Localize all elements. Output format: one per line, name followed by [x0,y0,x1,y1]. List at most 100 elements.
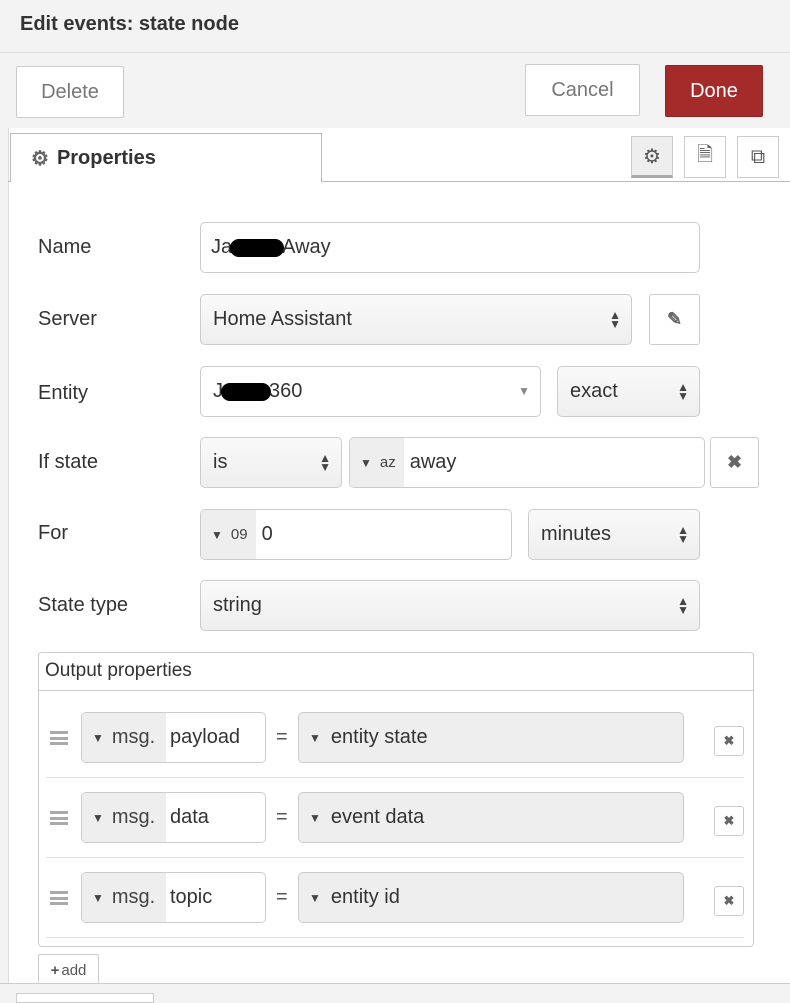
entity-value-suffix: 360 [269,380,302,403]
add-label: add [61,962,86,979]
plus-icon: + [51,962,60,979]
sort-arrows-icon: ▲▼ [677,526,689,544]
name-label: Name [38,236,91,259]
edit-server-button[interactable]: ✎ [649,294,700,345]
name-value-suffix: Away [282,236,331,259]
server-select[interactable]: Home Assistant ▲▼ [200,294,632,345]
close-icon: ✖ [724,733,735,749]
property-name: payload [166,726,240,749]
cancel-button[interactable]: Cancel [525,64,640,116]
caret-down-icon: ▼ [309,731,321,745]
caret-down-icon: ▼ [211,528,223,542]
sort-arrows-icon: ▲▼ [319,454,331,472]
name-value-prefix: Ja [211,236,232,259]
output-value-select[interactable]: ▼ entity id [298,872,684,923]
string-type-icon: az [380,454,396,471]
drag-handle-icon[interactable] [50,891,68,905]
msg-prefix: msg. [112,726,155,749]
row-divider [46,857,744,858]
sort-arrows-icon: ▲▼ [677,597,689,615]
redaction-mark [230,239,284,257]
if-state-value: away [404,451,457,474]
msg-prefix: msg. [112,886,155,909]
state-type-label: State type [38,594,128,617]
property-name: topic [166,886,212,909]
remove-row-button[interactable]: ✖ [714,806,744,836]
equals-sign: = [276,726,288,749]
close-icon: ✖ [724,893,735,909]
name-input[interactable]: Ja Away [200,222,700,273]
caret-down-icon: ▼ [518,387,530,396]
type-selector[interactable]: ▼ msg. [82,873,166,922]
caret-down-icon: ▼ [92,891,104,905]
drag-handle-icon[interactable] [50,811,68,825]
entity-label: Entity [38,382,88,405]
row-divider [46,777,744,778]
remove-row-button[interactable]: ✖ [714,726,744,756]
caret-down-icon: ▼ [309,891,321,905]
caret-down-icon: ▼ [92,811,104,825]
appearance-tab-button[interactable]: ⧉ [737,136,779,178]
close-icon: ✖ [727,452,742,473]
redaction-mark [221,383,271,401]
output-property-input[interactable]: ▼ msg. data [81,792,266,843]
for-unit-value: minutes [541,523,611,546]
entity-match-value: exact [570,380,618,403]
caret-down-icon: ▼ [92,731,104,745]
caret-down-icon: ▼ [360,456,372,470]
type-selector[interactable]: ▼ 09 [201,510,256,559]
for-unit-select[interactable]: minutes ▲▼ [528,509,700,560]
output-value-select[interactable]: ▼ entity state [298,712,684,763]
type-selector[interactable]: ▼ az [350,438,404,487]
equals-sign: = [276,806,288,829]
sort-arrows-icon: ▲▼ [609,311,621,329]
operator-value: is [213,451,227,474]
dialog-title: Edit events: state node [20,13,239,36]
output-value-select[interactable]: ▼ event data [298,792,684,843]
gear-icon: ⚙ [643,144,661,169]
pencil-icon: ✎ [667,309,682,330]
if-state-label: If state [38,451,98,474]
tab-label: Properties [57,147,156,170]
output-property-input[interactable]: ▼ msg. topic [81,872,266,923]
for-value: 0 [256,523,273,546]
clear-if-state-button[interactable]: ✖ [710,437,759,488]
server-value: Home Assistant [213,308,352,331]
if-state-value-input[interactable]: ▼ az away [349,437,705,488]
window-restore-icon: ⧉ [751,146,765,169]
equals-sign: = [276,886,288,909]
type-selector[interactable]: ▼ msg. [82,793,166,842]
state-type-select[interactable]: string ▲▼ [200,580,700,631]
delete-button[interactable]: Delete [16,66,124,118]
output-value: entity state [331,726,428,749]
settings-tab-button[interactable]: ⚙ [631,136,673,178]
entity-match-select[interactable]: exact ▲▼ [557,366,700,417]
description-tab-button[interactable]: 🗎 [684,136,726,178]
msg-prefix: msg. [112,806,155,829]
drag-handle-icon[interactable] [50,731,68,745]
done-button[interactable]: Done [665,65,763,117]
caret-down-icon: ▼ [309,811,321,825]
if-state-operator-select[interactable]: is ▲▼ [200,437,342,488]
output-properties-title: Output properties [38,652,754,691]
sort-arrows-icon: ▲▼ [677,383,689,401]
property-name: data [166,806,209,829]
output-value: entity id [331,886,400,909]
output-value: event data [331,806,424,829]
row-divider [46,937,744,938]
state-type-value: string [213,594,262,617]
document-icon: 🗎 [697,140,713,174]
output-property-input[interactable]: ▼ msg. payload [81,712,266,763]
for-label: For [38,522,68,545]
type-selector[interactable]: ▼ msg. [82,713,166,762]
server-label: Server [38,308,97,331]
tab-properties[interactable]: ⚙ Properties [10,133,322,182]
for-value-input[interactable]: ▼ 09 0 [200,509,512,560]
remove-row-button[interactable]: ✖ [714,886,744,916]
footer-button[interactable] [16,993,154,1003]
close-icon: ✖ [724,813,735,829]
entity-input[interactable]: J360 ▼ [200,366,541,417]
add-output-button[interactable]: +add [38,954,99,986]
number-type-icon: 09 [231,526,248,543]
gear-icon: ⚙ [31,146,49,171]
